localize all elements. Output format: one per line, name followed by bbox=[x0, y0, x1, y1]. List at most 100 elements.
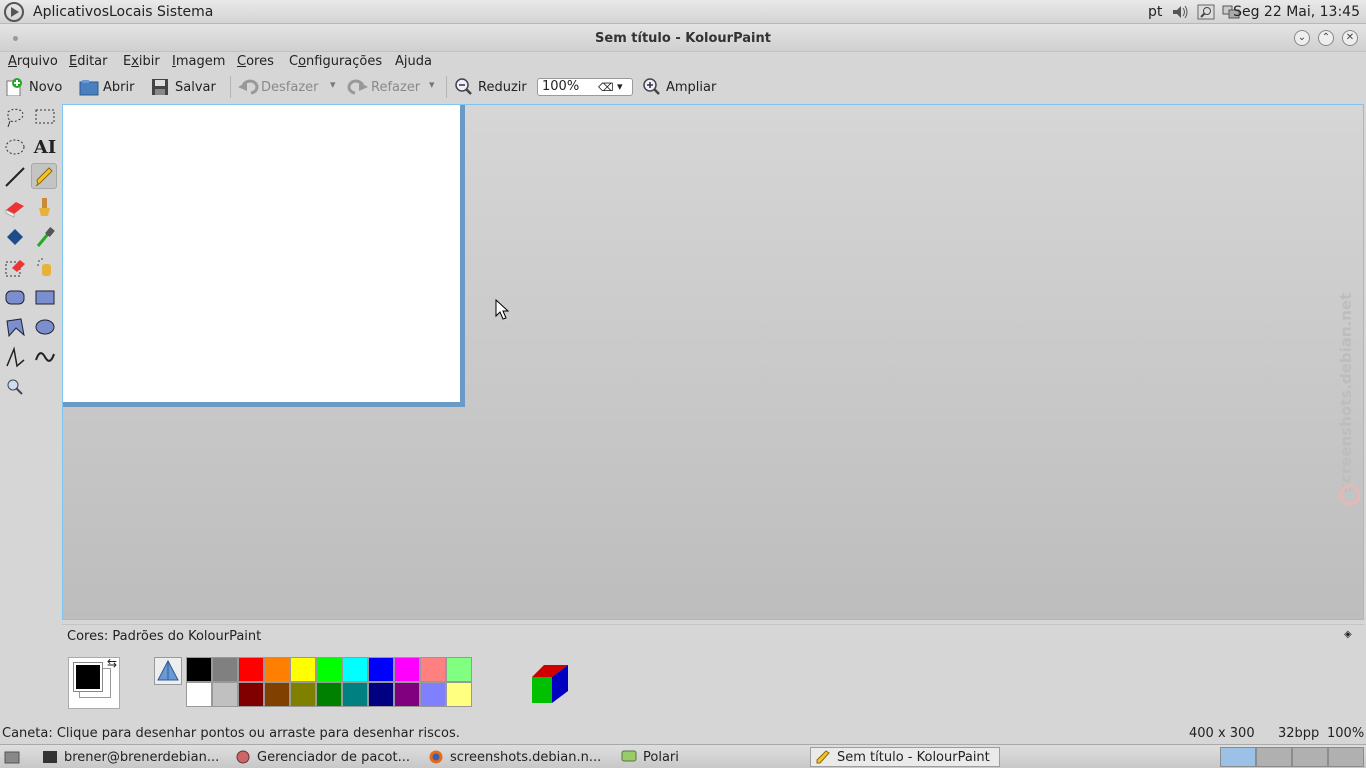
canvas-scroll-area[interactable] bbox=[62, 104, 1364, 620]
debian-swirl-icon bbox=[1339, 484, 1361, 506]
text-tool[interactable]: AI bbox=[32, 134, 58, 160]
zoom-out-button[interactable]: Reduzir bbox=[454, 75, 527, 99]
curve-tool[interactable] bbox=[32, 344, 58, 370]
workspace-1[interactable] bbox=[1220, 747, 1256, 767]
menu-cores[interactable]: Cores bbox=[237, 54, 274, 69]
save-button[interactable]: Salvar bbox=[151, 75, 216, 99]
zoom-tool[interactable] bbox=[2, 374, 28, 400]
foreground-color[interactable] bbox=[73, 662, 103, 692]
open-button[interactable]: Abrir bbox=[79, 75, 134, 99]
menu-exibir[interactable]: Exibir bbox=[123, 54, 160, 69]
show-desktop-icon[interactable] bbox=[4, 749, 20, 768]
pen-tool[interactable] bbox=[31, 163, 57, 189]
palette-swatch[interactable] bbox=[186, 682, 212, 707]
menu-editar[interactable]: Editar bbox=[69, 54, 108, 69]
ellipse-tool[interactable] bbox=[32, 314, 58, 340]
palette-swatch[interactable] bbox=[212, 682, 238, 707]
brush-tool[interactable] bbox=[32, 194, 58, 220]
rounded-rectangle-tool[interactable] bbox=[2, 284, 28, 310]
palette-swatch[interactable] bbox=[394, 682, 420, 707]
color-similarity-button[interactable] bbox=[154, 657, 182, 685]
rectangular-selection-tool[interactable] bbox=[32, 104, 58, 130]
toolbox: AI bbox=[0, 104, 62, 404]
palette-swatch[interactable] bbox=[238, 657, 264, 682]
clock[interactable]: Seg 22 Mai, 13:45 bbox=[1233, 4, 1360, 20]
task-package-manager[interactable]: Gerenciador de pacot... bbox=[231, 747, 421, 767]
flood-fill-tool[interactable] bbox=[2, 224, 28, 250]
palette-swatch[interactable] bbox=[212, 657, 238, 682]
zoom-dropdown-chevron-icon[interactable]: ▾ bbox=[617, 79, 623, 95]
pyramid-icon bbox=[157, 659, 179, 681]
connected-lines-tool[interactable] bbox=[2, 344, 28, 370]
undo-button[interactable]: Desfazer bbox=[237, 75, 319, 99]
palette-swatch[interactable] bbox=[368, 657, 394, 682]
line-tool[interactable] bbox=[2, 164, 28, 190]
zoom-combo[interactable]: 100% ⌫ ▾ bbox=[537, 78, 633, 96]
curve-icon bbox=[35, 352, 55, 362]
maximize-button[interactable]: ⌃ bbox=[1318, 30, 1334, 46]
rectangle-tool[interactable] bbox=[32, 284, 58, 310]
menu-arquivo[interactable]: Arquivo bbox=[8, 54, 58, 69]
ellipse-select-icon bbox=[5, 139, 25, 155]
palette-swatch[interactable] bbox=[316, 657, 342, 682]
panel-menu-applications[interactable]: Aplicativos bbox=[33, 4, 109, 20]
palette-swatch[interactable] bbox=[446, 682, 472, 707]
palette-swatch[interactable] bbox=[316, 682, 342, 707]
redo-button[interactable]: Refazer bbox=[347, 75, 420, 99]
task-terminal[interactable]: brener@brenerdebian... bbox=[38, 747, 228, 767]
task-firefox[interactable]: screenshots.debian.n... bbox=[424, 747, 614, 767]
palette-swatch[interactable] bbox=[342, 682, 368, 707]
color-eraser-tool[interactable] bbox=[2, 254, 28, 280]
text-tool-icon: AI bbox=[33, 136, 57, 158]
swap-colors-icon[interactable]: ⇆ bbox=[107, 656, 117, 670]
undo-dropdown-chevron-icon[interactable]: ▾ bbox=[330, 78, 336, 91]
ellipse-icon bbox=[35, 319, 55, 335]
workspace-4[interactable] bbox=[1328, 747, 1364, 767]
palette-swatch[interactable] bbox=[368, 682, 394, 707]
eraser-tool[interactable] bbox=[2, 194, 28, 220]
color-picker-tool[interactable] bbox=[32, 224, 58, 250]
palette-swatch[interactable] bbox=[186, 657, 212, 682]
image-size: 400 x 300 bbox=[1189, 726, 1255, 741]
search-tray-icon[interactable] bbox=[1197, 4, 1215, 20]
palette-swatch[interactable] bbox=[264, 657, 290, 682]
menu-configuracoes[interactable]: Configurações bbox=[289, 54, 382, 69]
palette-swatch[interactable] bbox=[394, 657, 420, 682]
free-form-selection-tool[interactable] bbox=[2, 104, 28, 130]
top-panel: Aplicativos Locais Sistema pt Seg 22 Mai… bbox=[0, 0, 1366, 24]
panel-float-icon[interactable]: ◈ bbox=[1344, 629, 1352, 640]
close-button[interactable]: ✕ bbox=[1342, 30, 1358, 46]
task-polari[interactable]: Polari bbox=[617, 747, 807, 767]
spraycan-tool[interactable] bbox=[32, 254, 58, 280]
task-kolourpaint[interactable]: Sem título - KolourPaint bbox=[810, 747, 1000, 767]
redo-dropdown-chevron-icon[interactable]: ▾ bbox=[429, 78, 435, 91]
menu-imagem[interactable]: Imagem bbox=[172, 54, 225, 69]
drawing-canvas[interactable] bbox=[63, 105, 465, 407]
minimize-button[interactable]: ⌄ bbox=[1294, 30, 1310, 46]
new-button[interactable]: Novo bbox=[5, 75, 62, 99]
window-titlebar[interactable]: Sem título - KolourPaint ⌄ ⌃ ✕ bbox=[0, 24, 1366, 52]
zoom-in-button[interactable]: Ampliar bbox=[642, 75, 716, 99]
workspace-3[interactable] bbox=[1292, 747, 1328, 767]
debian-menu-icon[interactable] bbox=[4, 2, 24, 22]
workspace-2[interactable] bbox=[1256, 747, 1292, 767]
volume-icon[interactable] bbox=[1171, 4, 1189, 20]
elliptical-selection-tool[interactable] bbox=[2, 134, 28, 160]
palette-swatch[interactable] bbox=[290, 682, 316, 707]
panel-menu-places[interactable]: Locais bbox=[109, 4, 153, 20]
palette-swatch[interactable] bbox=[238, 682, 264, 707]
palette-swatch[interactable] bbox=[342, 657, 368, 682]
palette-swatch[interactable] bbox=[420, 657, 446, 682]
keyboard-layout-indicator[interactable]: pt bbox=[1148, 4, 1162, 20]
palette-swatch[interactable] bbox=[264, 682, 290, 707]
palette-swatch[interactable] bbox=[420, 682, 446, 707]
clear-field-icon[interactable]: ⌫ bbox=[598, 80, 614, 96]
status-zoom: 100% bbox=[1327, 726, 1365, 741]
dual-color-box[interactable]: ⇆ bbox=[68, 656, 120, 709]
palette-swatch[interactable] bbox=[290, 657, 316, 682]
color-cube-icon[interactable] bbox=[530, 663, 570, 705]
palette-swatch[interactable] bbox=[446, 657, 472, 682]
polygon-tool[interactable] bbox=[2, 314, 28, 340]
panel-menu-system[interactable]: Sistema bbox=[157, 4, 213, 20]
menu-ajuda[interactable]: Ajuda bbox=[395, 54, 432, 69]
